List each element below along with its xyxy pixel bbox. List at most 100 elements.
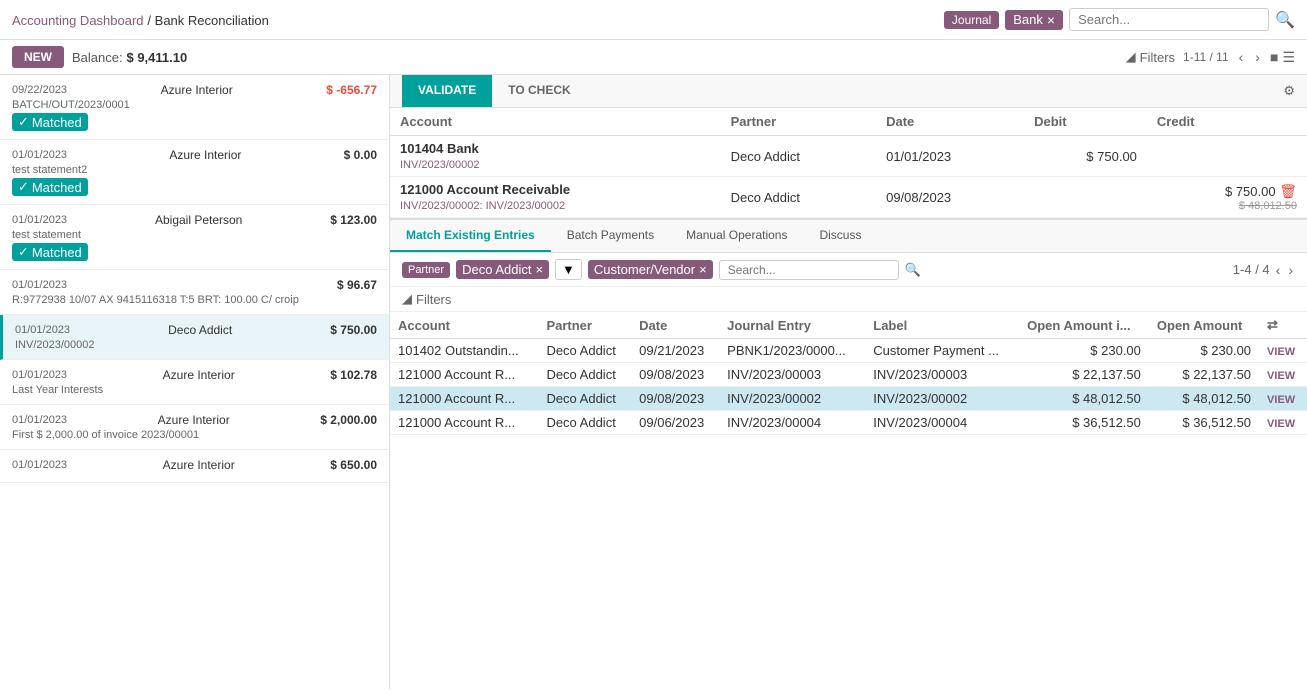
item-ref: INV/2023/00002 [15, 339, 377, 351]
col-date: Date [876, 108, 1024, 136]
tab-batch[interactable]: Batch Payments [551, 220, 670, 252]
entry-view[interactable]: VIEW [1259, 363, 1307, 387]
journal-partner: Deco Addict [721, 136, 876, 177]
view-link[interactable]: VIEW [1267, 394, 1295, 406]
delete-icon[interactable]: 🗑 [1279, 183, 1297, 199]
item-amount: $ 0.00 [344, 148, 377, 162]
breadcrumb-parent[interactable]: Accounting Dashboard [12, 13, 144, 28]
settings-icon[interactable]: ⚙ [1283, 83, 1295, 99]
search-input[interactable] [1069, 8, 1269, 31]
entry-journal: INV/2023/00002 [719, 387, 865, 411]
second-bar-right: ◢ Filters 1-11 / 11 ‹ › ■ ☰ [1126, 49, 1295, 66]
entries-search-button[interactable]: 🔍 [905, 262, 921, 278]
entry-row[interactable]: 101402 Outstandin... Deco Addict 09/21/2… [390, 339, 1307, 363]
filters-text: Filters [416, 292, 451, 307]
entry-col-partner: Partner [538, 312, 631, 339]
filters-label-row[interactable]: ◢ Filters [402, 291, 451, 307]
entry-open-amount: $ 230.00 [1149, 339, 1259, 363]
left-item[interactable]: 01/01/2023 Azure Interior $ 0.00 test st… [0, 140, 389, 205]
left-item[interactable]: 01/01/2023 $ 96.67 R:9772938 10/07 AX 94… [0, 270, 389, 315]
item-ref: R:9772938 10/07 AX 9415116318 T:5 BRT: 1… [12, 294, 377, 306]
entry-view[interactable]: VIEW [1259, 387, 1307, 411]
inv-link[interactable]: INV/2023/00002 [400, 159, 480, 171]
balance-value: $ 9,411.10 [126, 50, 187, 65]
item-date: 01/01/2023 [12, 149, 67, 161]
list-view-button[interactable]: ☰ [1282, 49, 1295, 66]
entry-view[interactable]: VIEW [1259, 411, 1307, 435]
entries-search-input[interactable] [719, 260, 899, 280]
tab-match[interactable]: Match Existing Entries [390, 220, 551, 252]
entry-col-open-i: Open Amount i... [1019, 312, 1149, 339]
entry-col-adjust: ⇄ [1259, 312, 1307, 339]
item-amount: $ 2,000.00 [320, 413, 377, 427]
deco-addict-close[interactable]: × [535, 262, 543, 277]
entry-open-amount: $ 36,512.50 [1149, 411, 1259, 435]
item-partner: Azure Interior [169, 148, 241, 162]
left-item[interactable]: 01/01/2023 Azure Interior $ 102.78 Last … [0, 360, 389, 405]
tab-manual[interactable]: Manual Operations [670, 220, 803, 252]
entry-row[interactable]: 121000 Account R... Deco Addict 09/08/20… [390, 363, 1307, 387]
main-layout: 09/22/2023 Azure Interior $ -656.77 BATC… [0, 75, 1307, 689]
entry-open-amount: $ 22,137.50 [1149, 363, 1259, 387]
view-toggle: ■ ☰ [1270, 49, 1295, 66]
entries-next-button[interactable]: › [1286, 262, 1295, 278]
entry-journal: PBNK1/2023/0000... [719, 339, 865, 363]
filters-line: ◢ Filters [390, 287, 1307, 312]
pagination-display: 1-11 / 11 [1183, 50, 1229, 64]
entry-journal: INV/2023/00003 [719, 363, 865, 387]
to-check-tab[interactable]: TO CHECK [492, 75, 586, 107]
tab-discuss[interactable]: Discuss [803, 220, 877, 252]
entry-row[interactable]: 121000 Account R... Deco Addict 09/06/20… [390, 411, 1307, 435]
left-item[interactable]: 01/01/2023 Azure Interior $ 650.00 [0, 450, 389, 483]
entry-row[interactable]: 121000 Account R... Deco Addict 09/08/20… [390, 387, 1307, 411]
search-button[interactable]: 🔍 [1275, 10, 1295, 30]
filter-label: Filters [1140, 50, 1175, 65]
journal-partner: Deco Addict [721, 177, 876, 218]
item-date: 09/22/2023 [12, 84, 67, 96]
prev-page-button[interactable]: ‹ [1237, 49, 1246, 65]
inv-link[interactable]: INV/2023/00002: INV/2023/00002 [400, 200, 565, 212]
item-ref: BATCH/OUT/2023/0001 [12, 99, 377, 111]
customer-vendor-close[interactable]: × [699, 262, 707, 277]
left-item[interactable]: 01/01/2023 Deco Addict $ 750.00 INV/2023… [0, 315, 389, 360]
bank-tag[interactable]: Bank × [1005, 10, 1063, 30]
left-item[interactable]: 01/01/2023 Abigail Peterson $ 123.00 tes… [0, 205, 389, 270]
entries-pagination: 1-4 / 4 ‹ › [1233, 262, 1295, 278]
matched-badge: ✓Matched [12, 113, 88, 131]
next-page-button[interactable]: › [1253, 49, 1262, 65]
deco-addict-label: Deco Addict [462, 262, 531, 277]
top-bar: Accounting Dashboard / Bank Reconciliati… [0, 0, 1307, 40]
journal-date: 09/08/2023 [876, 177, 1024, 218]
filters-button[interactable]: ◢ Filters [1126, 49, 1175, 65]
partner-filter-label: Partner [402, 262, 450, 278]
item-partner: Azure Interior [163, 368, 235, 382]
filter-options-button[interactable]: ▼ [555, 259, 582, 280]
left-item[interactable]: 01/01/2023 Azure Interior $ 2,000.00 Fir… [0, 405, 389, 450]
item-ref: test statement [12, 229, 377, 241]
item-partner: Azure Interior [163, 458, 235, 472]
view-link[interactable]: VIEW [1267, 418, 1295, 430]
filter-icon: ◢ [1126, 49, 1136, 65]
entries-section: Account Partner Date Journal Entry Label… [390, 312, 1307, 689]
entries-table: Account Partner Date Journal Entry Label… [390, 312, 1307, 435]
entry-view[interactable]: VIEW [1259, 339, 1307, 363]
entry-journal: INV/2023/00004 [719, 411, 865, 435]
entries-prev-button[interactable]: ‹ [1274, 262, 1283, 278]
entry-account: 101402 Outstandin... [390, 339, 538, 363]
breadcrumb-current: Bank Reconciliation [155, 13, 269, 28]
new-button[interactable]: NEW [12, 46, 64, 68]
adjust-columns-icon[interactable]: ⇄ [1267, 317, 1278, 332]
view-link[interactable]: VIEW [1267, 346, 1295, 358]
view-link[interactable]: VIEW [1267, 370, 1295, 382]
left-item[interactable]: 09/22/2023 Azure Interior $ -656.77 BATC… [0, 75, 389, 140]
bank-tag-close[interactable]: × [1047, 12, 1055, 28]
item-date: 01/01/2023 [15, 324, 70, 336]
item-amount: $ 123.00 [330, 213, 377, 227]
grid-view-button[interactable]: ■ [1270, 49, 1278, 66]
entry-open-i: $ 48,012.50 [1019, 387, 1149, 411]
validate-tab[interactable]: VALIDATE [402, 75, 492, 107]
entry-open-amount: $ 48,012.50 [1149, 387, 1259, 411]
entry-partner: Deco Addict [538, 339, 631, 363]
customer-vendor-filter[interactable]: Customer/Vendor × [588, 260, 713, 279]
deco-addict-filter[interactable]: Deco Addict × [456, 260, 549, 279]
